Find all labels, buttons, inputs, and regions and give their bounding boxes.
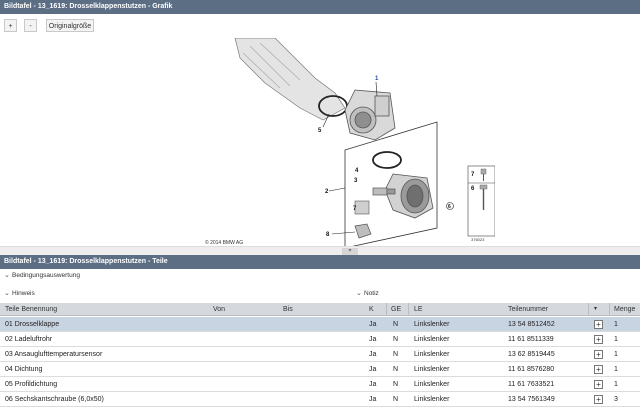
parts-diagram[interactable]: 1 2 3 4 5 6 7 8 7 6 376023 © 2014 BMW AG xyxy=(205,37,496,249)
hint-section[interactable]: ⌄ Hinweis xyxy=(4,288,35,300)
add-to-cart-icon[interactable]: + xyxy=(594,350,603,359)
image-number: 376023 xyxy=(471,237,485,242)
parts-diagram-drawing: 1 2 3 4 5 6 7 8 7 6 376023 © 2014 BMW AG xyxy=(205,37,496,249)
charge-air-pipe-drawing xyxy=(384,173,434,219)
callout-6-in-diagram[interactable]: 6 xyxy=(448,204,451,210)
screw-7-drawing xyxy=(480,168,487,175)
part-quantity: 1 xyxy=(614,381,618,388)
collapse-arrow-icon[interactable]: ▾ xyxy=(342,248,358,255)
part-name: 03 Ansauglufttemperatursensor xyxy=(5,351,103,358)
add-to-cart-icon[interactable]: + xyxy=(594,320,603,329)
callout-5[interactable]: 5 xyxy=(318,128,322,134)
part-number: 11 61 8511339 xyxy=(508,336,554,343)
column-from[interactable]: Von xyxy=(213,303,225,316)
column-part-number[interactable]: Teilenummer xyxy=(508,303,548,316)
part-ge: N xyxy=(393,381,399,388)
table-row[interactable]: 01 Drosselklappe Ja N Linkslenker 13 54 … xyxy=(0,317,640,332)
screw-6-drawing xyxy=(479,184,488,190)
chevron-down-icon: ⌄ xyxy=(4,290,10,297)
part-ge: N xyxy=(393,336,399,343)
part-k: Ja xyxy=(369,321,377,328)
part-name: 06 Sechskantschraube (6,0x50) xyxy=(5,396,104,403)
part-number: 13 54 7561349 xyxy=(508,396,555,403)
part-name: 02 Ladeluftrohr xyxy=(5,336,53,343)
add-to-cart-icon[interactable]: + xyxy=(594,380,603,389)
part-quantity: 3 xyxy=(614,396,618,403)
part-number: 13 62 8519445 xyxy=(508,351,555,358)
part-ge: N xyxy=(393,321,399,328)
table-row[interactable]: 02 Ladeluftrohr Ja N Linkslenker 11 61 8… xyxy=(0,332,640,347)
clip-drawing xyxy=(354,223,372,239)
part-name: 01 Drosselklappe xyxy=(5,321,60,328)
chevron-down-icon: ⌄ xyxy=(356,290,362,297)
throttle-body-drawing xyxy=(344,89,396,141)
callout-8[interactable]: 8 xyxy=(326,232,330,238)
conditions-label: Bedingungsauswertung xyxy=(12,272,80,279)
part-ge: N xyxy=(393,351,399,358)
part-name: 05 Profildichtung xyxy=(5,381,58,388)
hint-label: Hinweis xyxy=(12,290,35,297)
sort-arrow-icon[interactable]: ▾ xyxy=(594,303,597,316)
part-number: 11 61 8576280 xyxy=(508,366,555,373)
column-name[interactable]: Teile Benennung xyxy=(5,303,57,316)
callout-4[interactable]: 4 xyxy=(355,168,359,174)
copyright-text: © 2014 BMW AG xyxy=(205,239,243,246)
column-quantity[interactable]: Menge xyxy=(614,303,635,316)
part-quantity: 1 xyxy=(614,321,618,328)
table-row[interactable]: 04 Dichtung Ja N Linkslenker 11 61 85762… xyxy=(0,362,640,377)
part-name: 04 Dichtung xyxy=(5,366,43,373)
screw-head-drawing xyxy=(354,200,370,215)
callout-2[interactable]: 2 xyxy=(325,189,329,195)
parts-table-header: Teile Benennung Von Bis K GE LE Teilenum… xyxy=(0,303,640,316)
callout-3[interactable]: 3 xyxy=(354,178,358,184)
callout-1[interactable]: 1 xyxy=(375,76,379,82)
note-label: Notiz xyxy=(364,290,379,297)
note-section[interactable]: ⌄ Notiz xyxy=(356,288,379,300)
zoom-in-button[interactable]: + xyxy=(4,19,17,32)
part-le: Linkslenker xyxy=(414,351,450,358)
part-number: 13 54 8512452 xyxy=(508,321,555,328)
column-to[interactable]: Bis xyxy=(283,303,293,316)
conditions-section[interactable]: ⌄ Bedingungsauswertung xyxy=(4,270,80,282)
part-k: Ja xyxy=(369,336,377,343)
part-ge: N xyxy=(393,366,399,373)
part-le: Linkslenker xyxy=(414,321,450,328)
part-le: Linkslenker xyxy=(414,396,450,403)
part-le: Linkslenker xyxy=(414,336,450,343)
panel-splitter[interactable]: ▾ xyxy=(0,246,640,255)
intake-manifold-drawing xyxy=(234,37,346,121)
part-k: Ja xyxy=(369,381,377,388)
column-ge[interactable]: GE xyxy=(391,303,401,316)
part-quantity: 1 xyxy=(614,336,618,343)
zoom-out-button[interactable]: - xyxy=(24,19,37,32)
part-k: Ja xyxy=(369,396,377,403)
part-quantity: 1 xyxy=(614,366,618,373)
parts-panel-title: Bildtafel - 13_1619: Drosselklappenstutz… xyxy=(0,255,640,269)
temperature-sensor-drawing xyxy=(372,187,396,196)
table-row[interactable]: 03 Ansauglufttemperatursensor Ja N Links… xyxy=(0,347,640,362)
gasket-drawing xyxy=(372,151,402,169)
part-le: Linkslenker xyxy=(414,366,450,373)
column-le[interactable]: LE xyxy=(414,303,423,316)
graphic-panel-title: Bildtafel - 13_1619: Drosselklappenstutz… xyxy=(0,0,640,14)
part-k: Ja xyxy=(369,351,377,358)
table-row[interactable]: 06 Sechskantschraube (6,0x50) Ja N Links… xyxy=(0,392,640,407)
add-to-cart-icon[interactable]: + xyxy=(594,395,603,404)
column-k[interactable]: K xyxy=(369,303,374,316)
part-number: 11 61 7633521 xyxy=(508,381,555,388)
table-row[interactable]: 05 Profildichtung Ja N Linkslenker 11 61… xyxy=(0,377,640,392)
part-ge: N xyxy=(393,396,399,403)
part-le: Linkslenker xyxy=(414,381,450,388)
part-k: Ja xyxy=(369,366,377,373)
add-to-cart-icon[interactable]: + xyxy=(594,335,603,344)
add-to-cart-icon[interactable]: + xyxy=(594,365,603,374)
original-size-button[interactable]: Originalgröße xyxy=(46,19,94,32)
part-quantity: 1 xyxy=(614,351,618,358)
chevron-down-icon: ⌄ xyxy=(4,272,10,279)
